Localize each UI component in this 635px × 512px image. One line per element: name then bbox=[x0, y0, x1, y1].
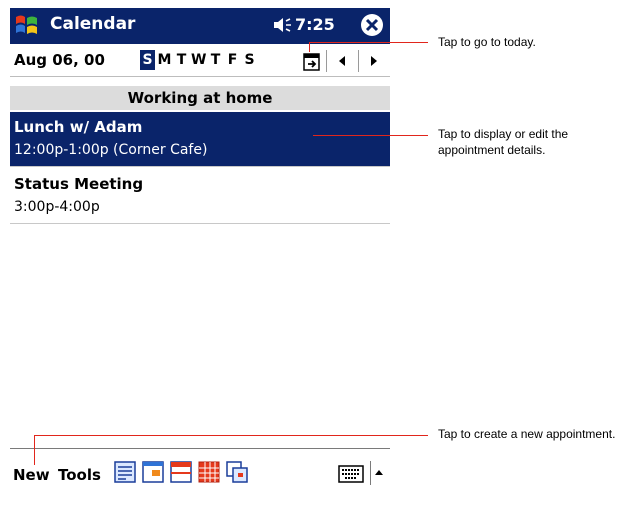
app-title: Calendar bbox=[50, 14, 136, 34]
day-friday[interactable]: F bbox=[225, 50, 240, 70]
day-saturday[interactable]: S bbox=[242, 50, 257, 70]
new-appt-callout-text: Tap to create a new appointment. bbox=[438, 427, 616, 441]
day-thursday[interactable]: T bbox=[208, 50, 223, 70]
today-callout-text: Tap to go to today. bbox=[438, 35, 536, 49]
keyboard-icon[interactable] bbox=[338, 464, 364, 484]
week-view-icon[interactable] bbox=[170, 461, 192, 483]
tools-menu[interactable]: Tools bbox=[58, 466, 101, 484]
today-callout-line bbox=[309, 42, 428, 43]
agenda-view-icon[interactable] bbox=[114, 461, 136, 483]
date-navigation-bar: Aug 06, 00 S M T W T F S bbox=[10, 46, 390, 77]
day-monday[interactable]: M bbox=[157, 50, 172, 70]
new-appt-callout-line bbox=[34, 435, 428, 436]
appointment-item[interactable]: Status Meeting 3:00p-4:00p bbox=[10, 169, 390, 224]
appointment-detail: 3:00p-4:00p bbox=[14, 199, 100, 215]
windows-start-icon[interactable] bbox=[12, 10, 42, 40]
details-callout-text-line1: Tap to display or edit the bbox=[438, 127, 569, 141]
new-button[interactable]: New bbox=[13, 466, 50, 484]
details-callout-line bbox=[313, 135, 428, 136]
details-callout-text-line2: appointment details. bbox=[438, 143, 546, 157]
day-sunday[interactable]: S bbox=[140, 50, 155, 70]
appointment-list-empty-area[interactable] bbox=[10, 228, 390, 448]
appointment-item[interactable]: Lunch w/ Adam 12:00p-1:00p (Corner Cafe) bbox=[10, 112, 390, 167]
appointment-title: Lunch w/ Adam bbox=[14, 118, 143, 136]
right-arrow-icon bbox=[371, 56, 377, 66]
go-to-today-icon[interactable] bbox=[302, 50, 322, 72]
week-day-strip: S M T W T F S bbox=[140, 50, 259, 72]
appointment-title: Status Meeting bbox=[14, 175, 144, 193]
current-date-label[interactable]: Aug 06, 00 bbox=[14, 51, 105, 69]
up-arrow-icon bbox=[375, 470, 383, 475]
left-arrow-icon bbox=[339, 56, 345, 66]
title-bar: Calendar 7:25 bbox=[10, 8, 390, 44]
new-appt-callout-tick bbox=[34, 435, 35, 465]
speaker-icon[interactable] bbox=[272, 16, 292, 34]
day-view-icon[interactable] bbox=[142, 461, 164, 483]
menu-bar: New Tools bbox=[10, 448, 390, 499]
today-callout-tick bbox=[309, 42, 310, 52]
next-week-button[interactable] bbox=[358, 50, 389, 72]
month-view-icon[interactable] bbox=[198, 461, 220, 483]
year-view-icon[interactable] bbox=[226, 461, 248, 483]
calendar-window: Calendar 7:25 Aug 06, 00 S M T W T F S W… bbox=[10, 8, 390, 503]
appointment-detail: 12:00p-1:00p (Corner Cafe) bbox=[14, 142, 208, 158]
clock[interactable]: 7:25 bbox=[295, 15, 335, 34]
day-wednesday[interactable]: W bbox=[191, 50, 206, 70]
input-panel-toggle[interactable] bbox=[370, 461, 387, 485]
all-day-event-banner[interactable]: Working at home bbox=[10, 86, 390, 110]
close-icon[interactable] bbox=[360, 13, 384, 37]
previous-week-button[interactable] bbox=[326, 50, 357, 72]
day-tuesday[interactable]: T bbox=[174, 50, 189, 70]
